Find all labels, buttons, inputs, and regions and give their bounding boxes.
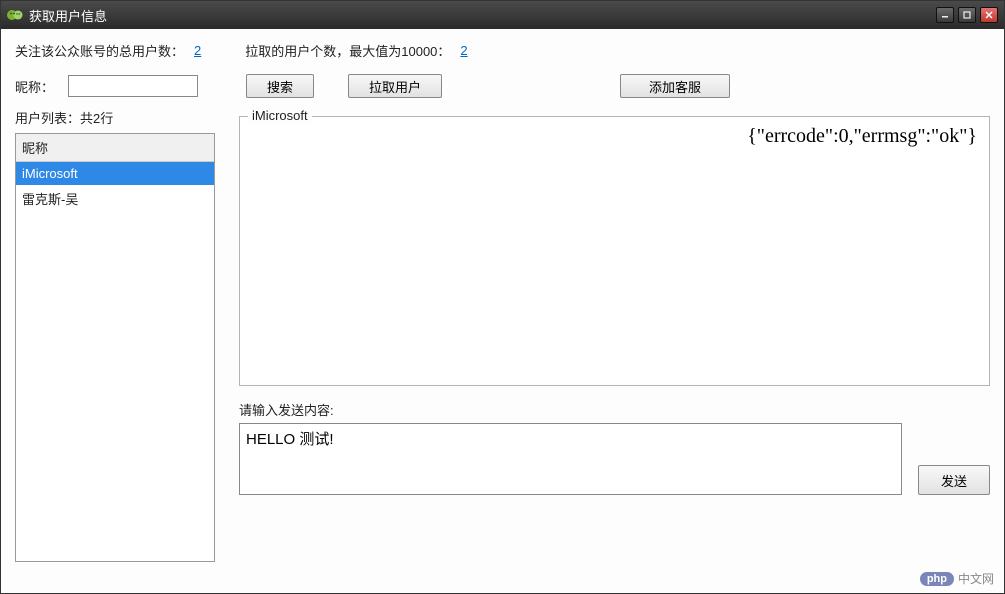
send-row: 发送 [239, 423, 990, 495]
user-list[interactable]: 昵称 iMicrosoft雷克斯-吴 [15, 133, 215, 562]
pulled-users-label: 拉取的用户个数，最大值为10000： [245, 41, 450, 60]
main-split: 用户列表：共2行 昵称 iMicrosoft雷克斯-吴 iMicrosoft {… [15, 108, 990, 562]
add-service-button[interactable]: 添加客服 [620, 74, 730, 98]
titlebar: 获取用户信息 [1, 1, 1004, 29]
user-list-title: 用户列表：共2行 [15, 108, 215, 127]
send-label: 请输入发送内容: [239, 400, 990, 419]
close-button[interactable] [980, 7, 998, 23]
footer: php 中文网 [1, 566, 1004, 593]
send-button[interactable]: 发送 [918, 465, 990, 495]
response-groupbox: iMicrosoft {"errcode":0,"errmsg":"ok"} [239, 116, 990, 386]
send-area: 请输入发送内容: 发送 [239, 400, 990, 495]
total-users-link[interactable]: 2 [194, 43, 201, 58]
app-icon [7, 7, 23, 23]
list-item[interactable]: iMicrosoft [16, 162, 214, 185]
list-item[interactable]: 雷克斯-吴 [16, 185, 214, 212]
maximize-button[interactable] [958, 7, 976, 23]
window-controls [936, 7, 998, 23]
total-users-label: 关注该公众账号的总用户数： [15, 41, 184, 60]
nickname-input[interactable] [68, 75, 198, 97]
user-list-header[interactable]: 昵称 [16, 134, 214, 162]
pull-users-button[interactable]: 拉取用户 [348, 74, 442, 98]
window: 获取用户信息 关注该公众账号的总用户数： 2 拉取的用户个数，最大值为10000… [0, 0, 1005, 594]
right-column: iMicrosoft {"errcode":0,"errmsg":"ok"} 请… [239, 108, 990, 562]
footer-text: 中文网 [958, 570, 994, 587]
minimize-button[interactable] [936, 7, 954, 23]
response-group-label: iMicrosoft [248, 108, 312, 123]
response-text[interactable]: {"errcode":0,"errmsg":"ok"} [240, 117, 989, 385]
php-badge: php [920, 572, 954, 586]
nickname-label: 昵称： [15, 77, 54, 96]
pulled-users-link[interactable]: 2 [460, 43, 467, 58]
search-row: 昵称： 搜索 拉取用户 添加客服 [15, 74, 990, 98]
info-row: 关注该公众账号的总用户数： 2 拉取的用户个数，最大值为10000： 2 [15, 41, 990, 60]
search-button[interactable]: 搜索 [246, 74, 314, 98]
content-area: 关注该公众账号的总用户数： 2 拉取的用户个数，最大值为10000： 2 昵称：… [1, 29, 1004, 566]
window-title: 获取用户信息 [29, 6, 936, 25]
response-body: {"errcode":0,"errmsg":"ok"} [747, 125, 977, 147]
send-textarea[interactable] [239, 423, 902, 495]
left-column: 用户列表：共2行 昵称 iMicrosoft雷克斯-吴 [15, 108, 215, 562]
